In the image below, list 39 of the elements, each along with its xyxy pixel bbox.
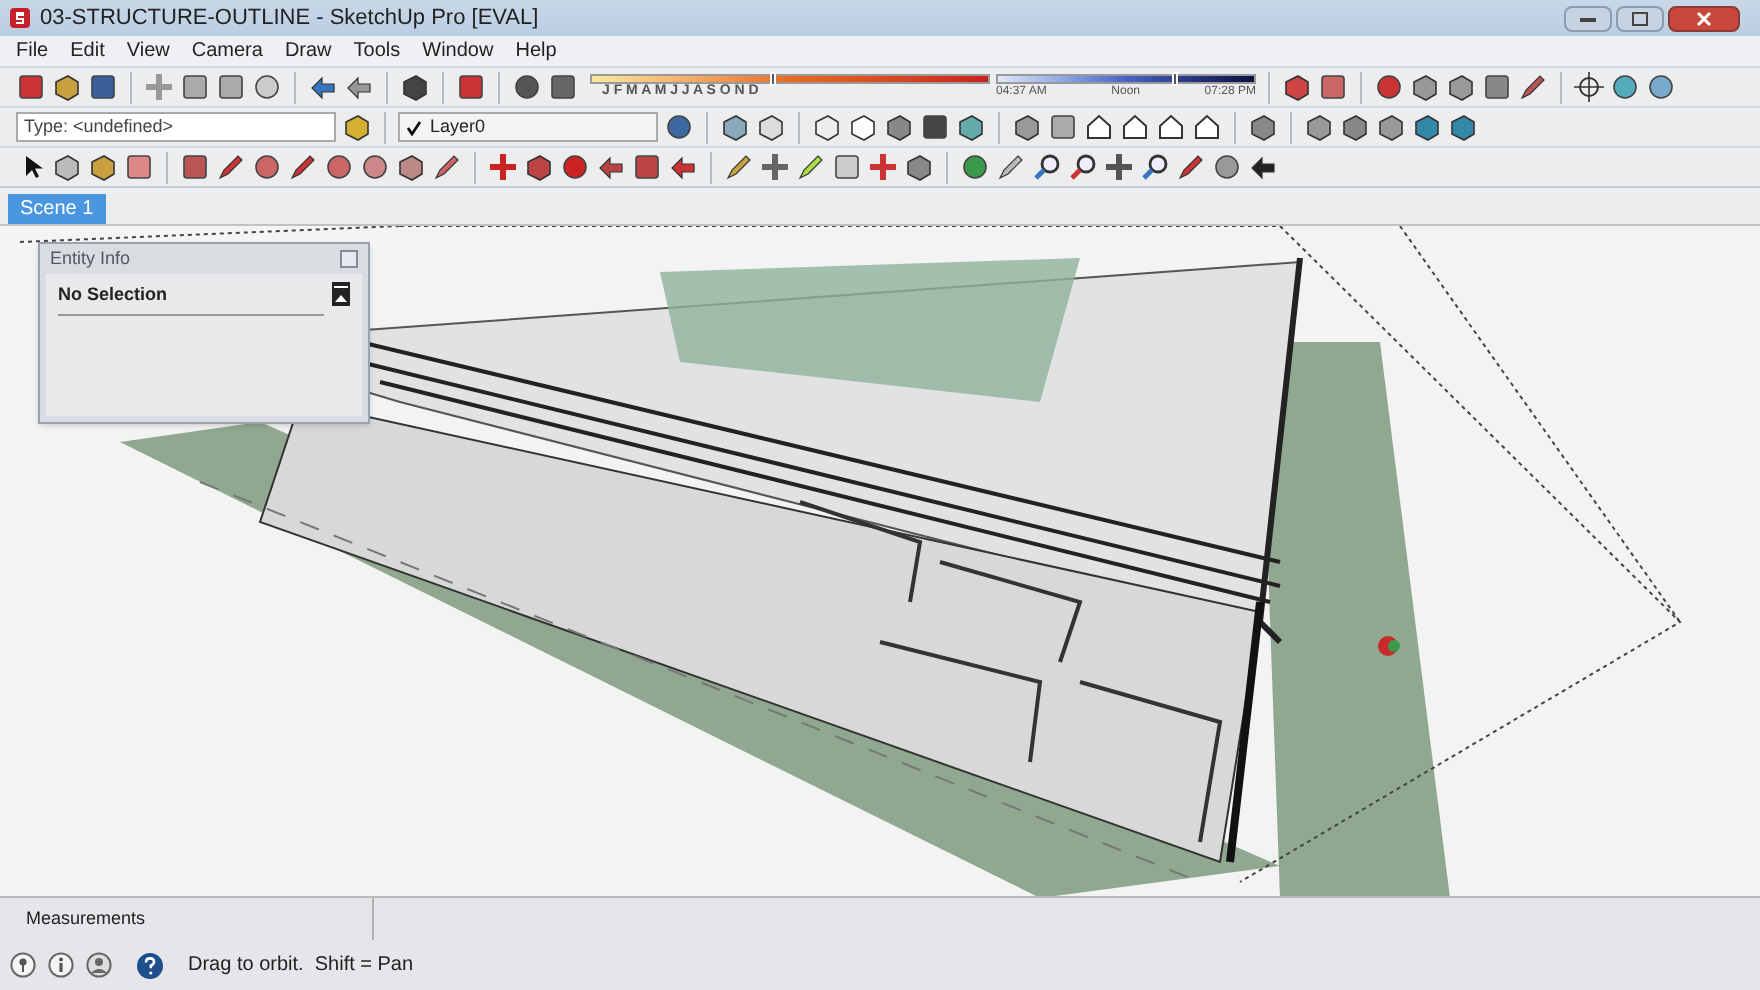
undo-icon[interactable] xyxy=(308,72,338,102)
type-dropdown[interactable]: Type: <undefined> xyxy=(16,112,336,142)
maximize-icon xyxy=(1632,11,1648,25)
app-logo-icon xyxy=(8,6,32,30)
layer-dropdown[interactable]: Layer0 xyxy=(398,112,658,142)
menu-item[interactable]: Window xyxy=(412,38,504,64)
geo-location-icon[interactable] xyxy=(10,952,36,978)
pencil-icon[interactable] xyxy=(216,152,246,182)
info-icon[interactable] xyxy=(48,952,74,978)
menu-item[interactable]: File xyxy=(6,38,59,64)
viewport[interactable]: Entity Info No Selection xyxy=(0,224,1760,896)
selection-label: No Selection xyxy=(58,282,324,315)
menu-item[interactable]: Help xyxy=(505,38,567,64)
minimize-button[interactable] xyxy=(1564,5,1612,31)
menu-item[interactable]: View xyxy=(116,38,180,64)
slider-thumb[interactable] xyxy=(770,72,777,86)
status-text: Drag to orbit. Shift = Pan xyxy=(188,952,414,980)
time-slider[interactable] xyxy=(996,74,1256,84)
menu-item[interactable]: Tools xyxy=(343,38,411,64)
toggle-details-icon[interactable] xyxy=(332,282,350,306)
new-file-icon[interactable] xyxy=(16,72,46,102)
close-button[interactable] xyxy=(1668,5,1740,31)
menu-item[interactable]: Camera xyxy=(181,38,273,64)
maximize-button[interactable] xyxy=(1616,5,1664,31)
panel-close-button[interactable] xyxy=(340,250,358,268)
month-slider[interactable] xyxy=(590,74,990,84)
window-title: 03-STRUCTURE-OUTLINE - SketchUp Pro [EVAL] xyxy=(40,3,539,34)
menu-item[interactable]: Draw xyxy=(274,38,342,64)
open-folder-icon[interactable] xyxy=(52,72,82,102)
minimize-icon xyxy=(1580,15,1596,21)
save-icon[interactable] xyxy=(88,72,118,102)
help-icon[interactable] xyxy=(136,951,164,979)
menu-item[interactable]: Edit xyxy=(60,38,115,64)
crosshair-icon[interactable] xyxy=(1574,72,1604,102)
slider-thumb[interactable] xyxy=(1172,72,1179,86)
user-icon[interactable] xyxy=(86,952,112,978)
zoom-icon[interactable] xyxy=(1032,152,1062,182)
close-icon xyxy=(1696,11,1712,25)
panel-title: Entity Info xyxy=(50,245,131,272)
